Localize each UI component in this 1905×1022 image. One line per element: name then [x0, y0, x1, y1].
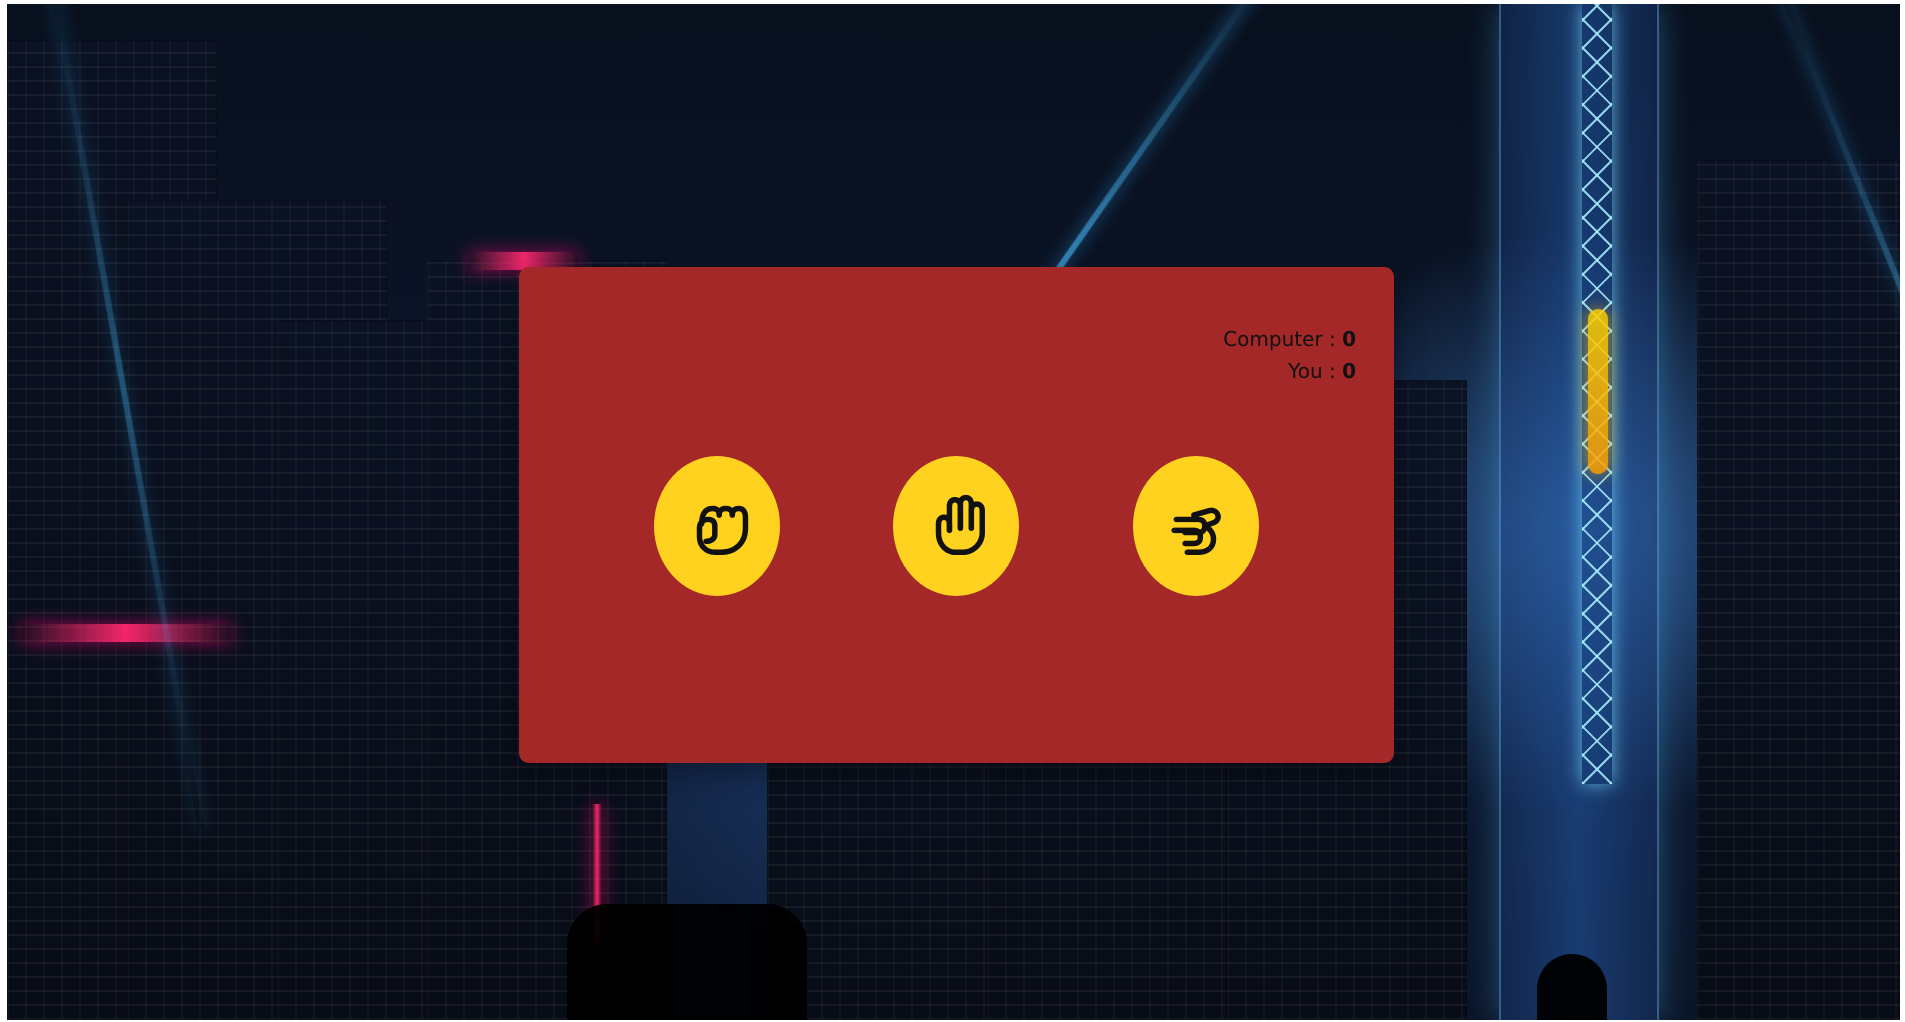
open-hand-icon [935, 494, 985, 555]
paper-button[interactable] [893, 456, 1019, 596]
background-tower [1499, 4, 1659, 1020]
computer-score-label: Computer : [1223, 327, 1343, 351]
rock-button[interactable] [654, 456, 780, 596]
computer-score-line: Computer : 0 [1223, 323, 1356, 355]
you-score-line: You : 0 [1223, 355, 1356, 387]
choices-row [519, 456, 1394, 596]
background-building [1697, 160, 1900, 1020]
you-score-value: 0 [1342, 359, 1356, 383]
fist-icon [696, 505, 749, 555]
game-panel: Computer : 0 You : 0 [519, 267, 1394, 763]
neon-sign [21, 624, 231, 642]
scoreboard: Computer : 0 You : 0 [1223, 323, 1356, 387]
foreground-silhouette [567, 904, 807, 1020]
computer-score-value: 0 [1342, 327, 1356, 351]
background-tower-sign [1588, 309, 1608, 474]
foreground-silhouette [1537, 954, 1607, 1020]
scissors-hand-icon [1171, 507, 1221, 555]
you-score-label: You : [1288, 359, 1343, 383]
scissors-button[interactable] [1133, 456, 1259, 596]
